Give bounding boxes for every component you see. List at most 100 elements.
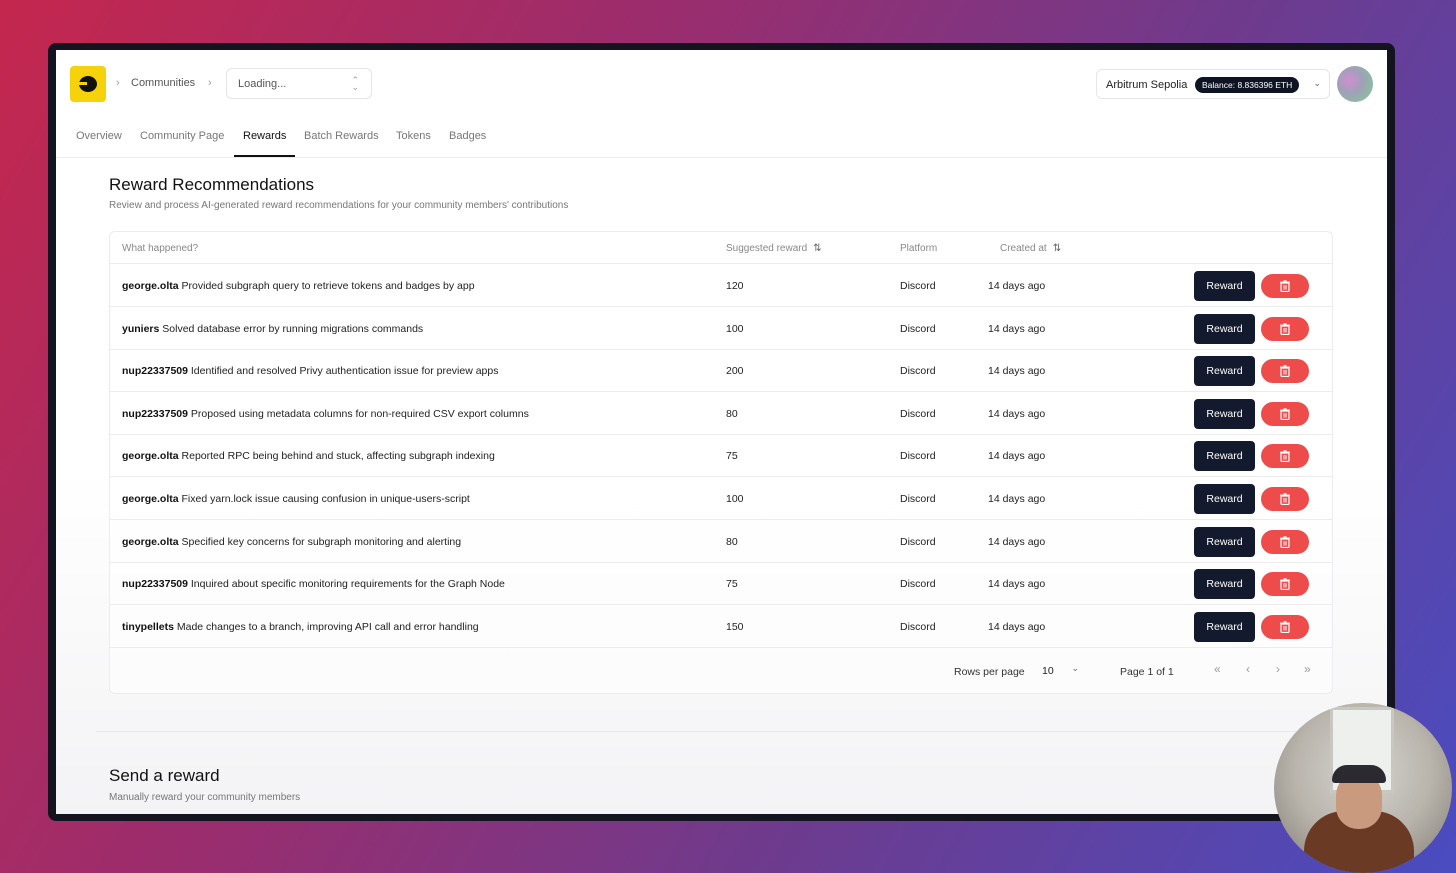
row-suggested-reward: 100 <box>726 493 744 505</box>
column-header-platform: Platform <box>900 243 938 254</box>
row-user: yuniers <box>122 322 160 335</box>
chevron-right-icon: › <box>116 77 120 89</box>
reward-button[interactable]: Reward <box>1194 526 1255 557</box>
tab-rewards[interactable]: Rewards <box>243 130 286 142</box>
row-user: george.olta <box>122 450 179 463</box>
chevron-down-icon: ⌄ <box>1313 78 1321 88</box>
recommendations-table: What happened? Suggested reward ⇅ Platfor… <box>109 231 1333 694</box>
delete-button[interactable] <box>1261 274 1309 298</box>
row-suggested-reward: 75 <box>726 450 738 463</box>
reward-button[interactable]: Reward <box>1194 313 1255 344</box>
reward-button[interactable]: Reward <box>1194 569 1255 600</box>
reward-button[interactable]: Reward <box>1194 398 1255 429</box>
table-row: george.olta Fixed yarn.lock issue causin… <box>110 477 1332 520</box>
row-text: Specified key concerns for subgraph moni… <box>181 535 462 548</box>
row-created-at: 14 days ago <box>988 620 1046 633</box>
row-platform: Discord <box>900 322 936 335</box>
row-description: nup22337509 Identified and resolved Priv… <box>122 365 498 377</box>
row-platform: Discord <box>900 578 936 591</box>
network-selector[interactable]: Arbitrum Sepolia Balance: 8.836396 ETH ⌄ <box>1096 69 1330 99</box>
webcam-overlay <box>1274 703 1452 873</box>
rows-per-page-select[interactable]: 10 ⌄ <box>1033 657 1083 683</box>
delete-button[interactable] <box>1261 316 1309 341</box>
row-platform: Discord <box>900 493 936 505</box>
row-suggested-reward: 100 <box>726 322 744 335</box>
app-window: › Communities › Loading... ⌃ ⌄ Arbitrum S… <box>56 50 1387 814</box>
row-created-at: 14 days ago <box>988 493 1046 505</box>
delete-button[interactable] <box>1261 572 1309 597</box>
row-platform: Discord <box>900 535 936 548</box>
row-description: george.olta Specified key concerns for s… <box>122 536 461 548</box>
tab-badges[interactable]: Badges <box>449 130 486 142</box>
last-page-button[interactable]: » <box>1304 662 1311 676</box>
table-row: tinypellets Made changes to a branch, im… <box>110 605 1332 648</box>
delete-button[interactable] <box>1261 487 1309 511</box>
row-user: george.olta <box>122 535 179 548</box>
reward-button[interactable]: Reward <box>1194 441 1255 472</box>
delete-button[interactable] <box>1261 359 1309 384</box>
row-user: nup22337509 <box>122 365 188 378</box>
row-created-at: 14 days ago <box>988 535 1046 548</box>
delete-button[interactable] <box>1261 444 1309 469</box>
chevron-updown-icon: ⌃ ⌄ <box>351 75 359 92</box>
breadcrumb-communities[interactable]: Communities <box>131 77 195 89</box>
page-info: Page 1 of 1 <box>1120 666 1174 678</box>
row-user: nup22337509 <box>122 578 188 591</box>
trash-icon <box>1280 621 1290 633</box>
row-created-at: 14 days ago <box>988 322 1046 335</box>
row-created-at: 14 days ago <box>988 578 1046 591</box>
tab-overview[interactable]: Overview <box>76 130 122 142</box>
row-platform: Discord <box>900 620 936 633</box>
row-created-at: 14 days ago <box>988 280 1046 292</box>
chevron-down-icon: ⌄ <box>1071 663 1079 673</box>
tab-tokens[interactable]: Tokens <box>396 130 431 142</box>
column-header-created[interactable]: Created at ⇅ <box>1000 243 1061 254</box>
first-page-button[interactable]: « <box>1214 662 1221 676</box>
row-text: Solved database error by running migrati… <box>162 322 424 335</box>
reward-button[interactable]: Reward <box>1194 356 1255 387</box>
row-user: george.olta <box>122 493 179 505</box>
row-platform: Discord <box>900 450 936 463</box>
recommendations-subtitle: Review and process AI-generated reward r… <box>109 200 569 211</box>
top-bar: › Communities › Loading... ⌃ ⌄ Arbitrum S… <box>56 50 1387 118</box>
next-page-button[interactable]: › <box>1276 662 1280 676</box>
prev-page-button[interactable]: ‹ <box>1246 662 1250 676</box>
row-description: george.olta Reported RPC being behind an… <box>122 450 495 462</box>
reward-button[interactable]: Reward <box>1194 611 1255 642</box>
row-user: george.olta <box>122 280 179 292</box>
row-text: Identified and resolved Privy authentica… <box>190 365 499 378</box>
table-row: george.olta Specified key concerns for s… <box>110 520 1332 563</box>
trash-icon <box>1280 322 1290 335</box>
row-platform: Discord <box>900 280 936 292</box>
reward-button[interactable]: Reward <box>1194 484 1255 514</box>
trash-icon <box>1280 535 1290 548</box>
send-reward-subtitle: Manually reward your community members <box>109 792 301 803</box>
row-platform: Discord <box>900 365 936 378</box>
tab-community-page[interactable]: Community Page <box>140 130 224 142</box>
row-suggested-reward: 200 <box>726 365 744 378</box>
table-row: george.olta Provided subgraph query to r… <box>110 264 1332 307</box>
delete-button[interactable] <box>1261 401 1309 426</box>
row-text: Reported RPC being behind and stuck, aff… <box>181 450 495 463</box>
rows-per-page-value: 10 <box>1042 665 1054 677</box>
reward-button[interactable]: Reward <box>1194 271 1255 301</box>
row-created-at: 14 days ago <box>988 450 1046 463</box>
tab-batch-rewards[interactable]: Batch Rewards <box>304 130 379 142</box>
row-text: Fixed yarn.lock issue causing confusion … <box>181 493 470 505</box>
app-logo[interactable] <box>70 66 106 102</box>
community-select[interactable]: Loading... ⌃ ⌄ <box>226 68 372 99</box>
sort-arrows-icon[interactable]: ⇅ <box>1053 243 1061 254</box>
tab-bar: Overview Community Page Rewards Batch Re… <box>56 118 1387 158</box>
column-header-suggested-label: Suggested reward <box>726 243 808 254</box>
delete-button[interactable] <box>1261 529 1309 554</box>
row-platform: Discord <box>900 407 936 420</box>
trash-icon <box>1280 578 1290 591</box>
sort-arrows-icon[interactable]: ⇅ <box>813 243 821 254</box>
row-suggested-reward: 75 <box>726 578 738 591</box>
user-avatar[interactable] <box>1337 66 1373 102</box>
row-user: nup22337509 <box>122 407 188 420</box>
table-row: george.olta Reported RPC being behind an… <box>110 434 1332 478</box>
column-header-suggested[interactable]: Suggested reward ⇅ <box>726 243 822 254</box>
delete-button[interactable] <box>1261 614 1309 639</box>
network-name: Arbitrum Sepolia <box>1106 79 1188 91</box>
